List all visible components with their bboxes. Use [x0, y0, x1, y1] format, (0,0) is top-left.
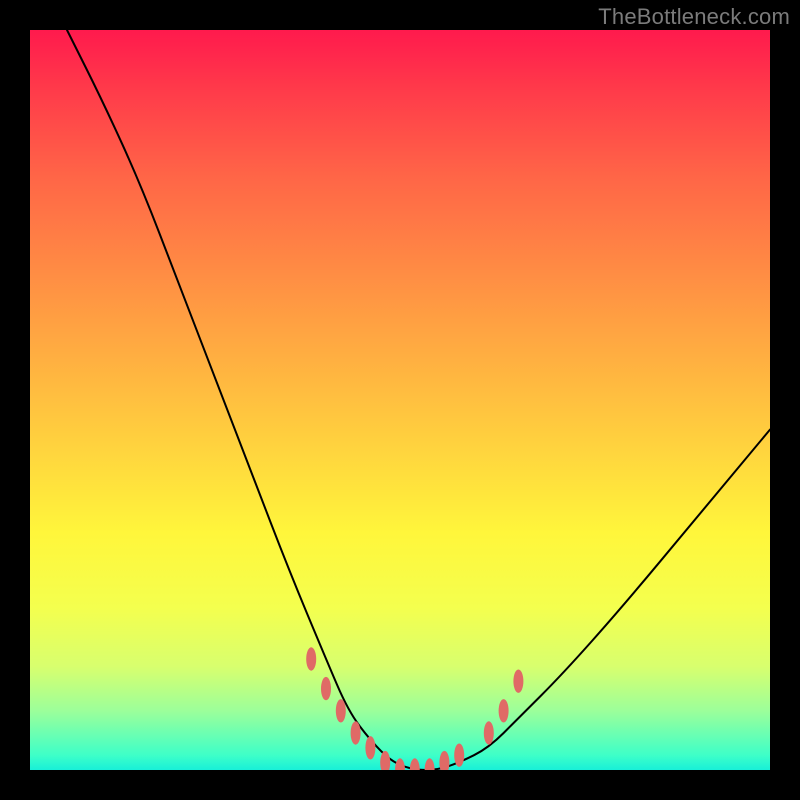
curve-marker	[380, 751, 390, 770]
plot-area	[30, 30, 770, 770]
chart-frame: TheBottleneck.com	[0, 0, 800, 800]
curve-marker	[365, 736, 375, 759]
chart-svg	[30, 30, 770, 770]
bottleneck-curve	[67, 30, 770, 770]
curve-marker	[484, 721, 494, 744]
curve-marker	[499, 699, 509, 722]
curve-marker	[513, 670, 523, 693]
curve-marker	[336, 699, 346, 722]
curve-marker	[351, 721, 361, 744]
curve-marker	[439, 751, 449, 770]
bottom-marker-group	[306, 647, 523, 770]
curve-marker	[454, 744, 464, 767]
curve-marker	[321, 677, 331, 700]
curve-marker	[306, 647, 316, 670]
watermark-text: TheBottleneck.com	[598, 4, 790, 30]
curve-marker	[425, 758, 435, 770]
curve-marker	[395, 758, 405, 770]
curve-marker	[410, 758, 420, 770]
